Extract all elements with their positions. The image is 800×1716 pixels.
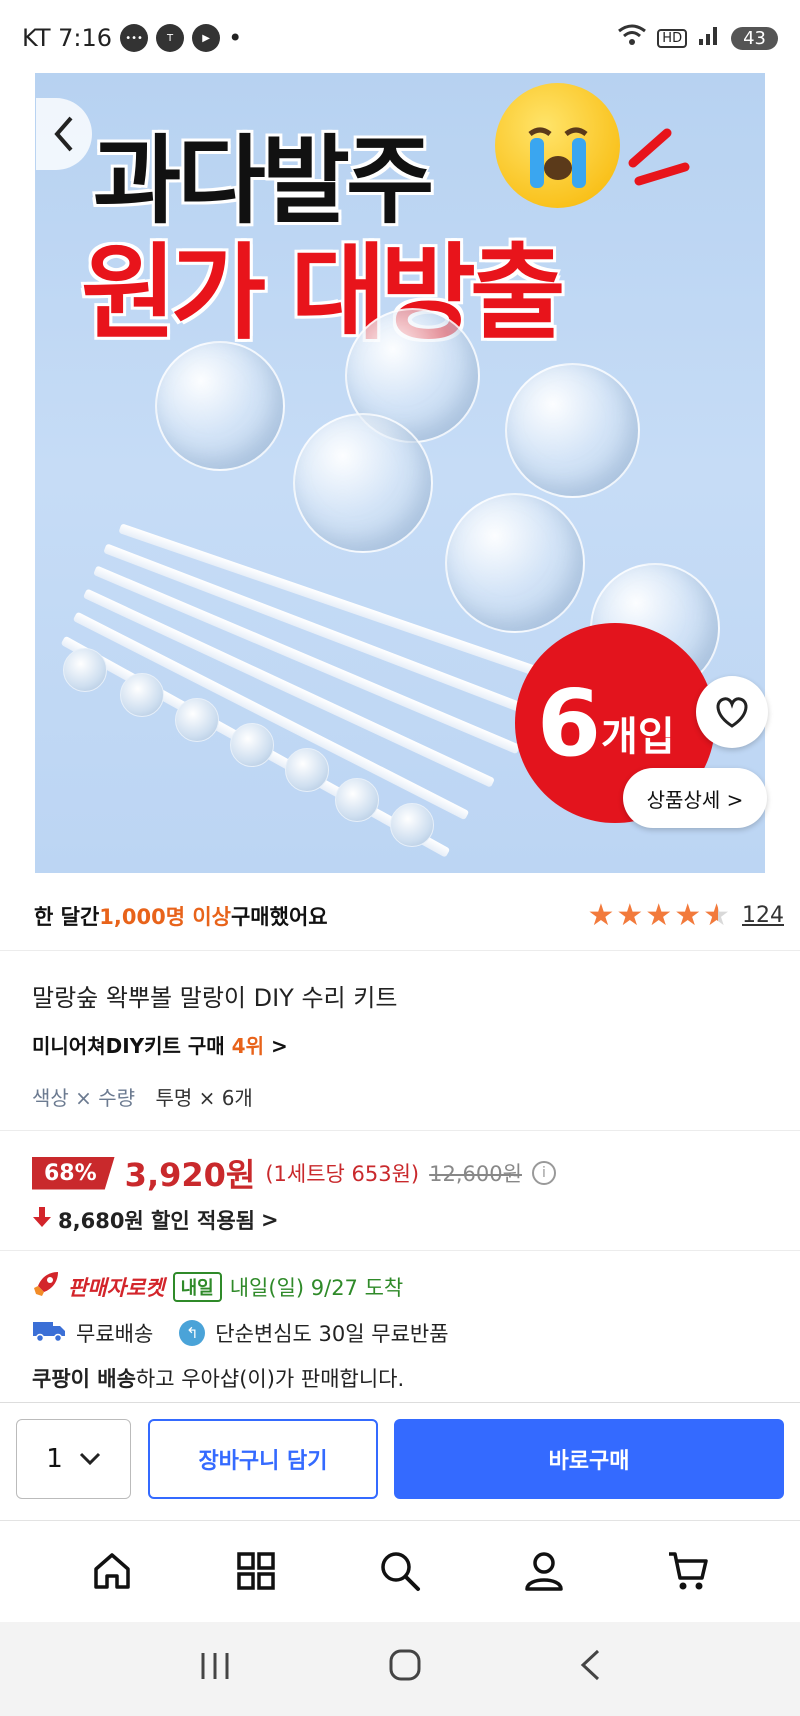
category-icon[interactable] xyxy=(226,1541,286,1601)
badge-number: 6 xyxy=(537,669,602,777)
info-icon[interactable]: i xyxy=(531,1161,556,1185)
free-return: 단순변심도 30일 무료반품 xyxy=(215,1322,449,1346)
badge-unit: 개입 xyxy=(601,714,675,760)
bottom-navigation xyxy=(0,1520,800,1620)
sold-suffix: 구매했어요 xyxy=(230,904,328,929)
status-bar: KT 7:16 ••• T ▶ • HD 43 xyxy=(0,0,800,76)
seller-rest: 하고 우아샵(이)가 판매합니다. xyxy=(135,1367,405,1391)
chevron-left-icon xyxy=(54,116,73,152)
sold-prefix: 한 달간 xyxy=(34,904,100,929)
product-detail-label: 상품상세 > xyxy=(646,787,744,812)
product-title: 말랑숲 왁뿌볼 말랑이 DIY 수리 키트 xyxy=(32,984,398,1012)
heart-icon xyxy=(716,697,748,728)
quantity-select[interactable]: 1 xyxy=(16,1419,131,1499)
hero-headline-bottom: 원가 대방출 xyxy=(81,232,566,354)
option-label: 색상 × 수량 xyxy=(32,1086,136,1110)
clear-ball xyxy=(505,363,640,498)
price-row: 68% 3,920원 (1세트당 653원) 12,600원 i xyxy=(32,1150,556,1196)
play-icon: ▶ xyxy=(192,24,221,52)
category-rank-link[interactable]: 미니어쳐DIY키트 구매 4위 > xyxy=(32,1030,288,1059)
divider xyxy=(0,1130,800,1131)
clear-ball xyxy=(293,413,433,553)
category-rank: 4위 xyxy=(231,1034,264,1058)
my-account-icon[interactable] xyxy=(514,1541,574,1601)
chevron-right-icon: > xyxy=(260,1208,279,1232)
option-value: 투명 × 6개 xyxy=(155,1086,253,1110)
delivery-row: 판매자로켓 내일 내일(일) 9/27 도착 xyxy=(32,1270,403,1303)
arrow-down-icon xyxy=(32,1205,52,1235)
product-detail-button[interactable]: 상품상세 > xyxy=(623,768,767,828)
arrival-date: 내일(일) 9/27 도착 xyxy=(229,1275,404,1300)
search-icon[interactable] xyxy=(370,1541,430,1601)
seller-bold: 쿠팡이 배송 xyxy=(32,1367,136,1391)
chevron-right-icon: > xyxy=(270,1034,288,1058)
quantity-value: 1 xyxy=(46,1444,63,1474)
tomorrow-tag: 내일 xyxy=(172,1271,222,1302)
divider xyxy=(0,950,800,951)
bead xyxy=(230,723,274,767)
seller-info: 쿠팡이 배송하고 우아샵(이)가 판매합니다. xyxy=(32,1363,404,1393)
selected-option[interactable]: 색상 × 수량 투명 × 6개 xyxy=(32,1082,253,1111)
bead xyxy=(175,698,219,742)
return-icon: ↰ xyxy=(179,1320,206,1346)
bead xyxy=(63,648,107,692)
original-price: 12,600원 xyxy=(429,1162,522,1186)
category-prefix: 미니어쳐DIY키트 구매 xyxy=(32,1034,232,1058)
star-icon: ★ xyxy=(587,898,615,933)
bead xyxy=(120,673,164,717)
truck-icon xyxy=(32,1319,66,1348)
clear-ball xyxy=(445,493,585,633)
crying-face-icon xyxy=(495,83,620,208)
sale-price: 3,920원 xyxy=(124,1156,256,1194)
exclamation-lines-icon xyxy=(628,128,690,186)
chevron-down-icon xyxy=(79,1452,100,1466)
home-icon[interactable] xyxy=(82,1541,142,1601)
unit-price: (1세트당 653원) xyxy=(265,1162,420,1186)
battery-icon: 43 xyxy=(731,26,778,50)
more-notifications-icon: • xyxy=(228,24,243,52)
rating-stars[interactable]: ★ ★ ★ ★ ★ 124 xyxy=(587,898,784,933)
free-shipping: 무료배송 xyxy=(76,1322,154,1346)
discount-applied-text: 8,680원 할인 적용됨 xyxy=(58,1209,255,1233)
divider xyxy=(0,1250,800,1251)
buy-now-button[interactable]: 바로구매 xyxy=(394,1419,784,1499)
star-half-icon: ★ xyxy=(703,898,730,933)
bead xyxy=(335,778,379,822)
shipping-row: 무료배송 ↰ 단순변심도 30일 무료반품 xyxy=(32,1318,449,1348)
discount-badge: 68% xyxy=(32,1156,115,1190)
review-count-link[interactable]: 124 xyxy=(742,903,784,928)
home-button-icon[interactable] xyxy=(388,1648,422,1691)
bead xyxy=(285,748,329,792)
purchase-summary: 한 달간 1,000명 이상 구매했어요 ★ ★ ★ ★ ★ 124 xyxy=(34,898,784,933)
hd-icon: HD xyxy=(657,28,688,48)
wifi-icon xyxy=(617,23,647,53)
bead xyxy=(390,803,434,847)
star-icon: ★ xyxy=(616,898,644,933)
purchase-bar: 1 장바구니 담기 바로구매 xyxy=(0,1402,800,1520)
cart-icon[interactable] xyxy=(658,1541,718,1601)
add-to-cart-button[interactable]: 장바구니 담기 xyxy=(148,1419,378,1499)
recent-apps-icon[interactable] xyxy=(198,1649,232,1690)
back-nav-icon[interactable] xyxy=(578,1648,602,1691)
rocket-icon xyxy=(32,1270,60,1303)
clear-ball xyxy=(155,341,285,471)
rocket-label: 판매자로켓 xyxy=(68,1275,165,1300)
signal-icon xyxy=(697,23,721,53)
carrier-time: KT 7:16 xyxy=(22,24,113,52)
system-navigation xyxy=(0,1622,800,1716)
message-icon: ••• xyxy=(120,24,149,52)
product-image[interactable]: 과다발주 원가 대방출 6 개입 xyxy=(35,73,765,873)
sold-highlight: 1,000명 이상 xyxy=(99,904,231,929)
wishlist-button[interactable] xyxy=(696,676,768,748)
star-icon: ★ xyxy=(674,898,702,933)
discount-applied-link[interactable]: 8,680원 할인 적용됨 > xyxy=(32,1205,279,1235)
talk-icon: T xyxy=(156,24,185,52)
star-icon: ★ xyxy=(645,898,673,933)
